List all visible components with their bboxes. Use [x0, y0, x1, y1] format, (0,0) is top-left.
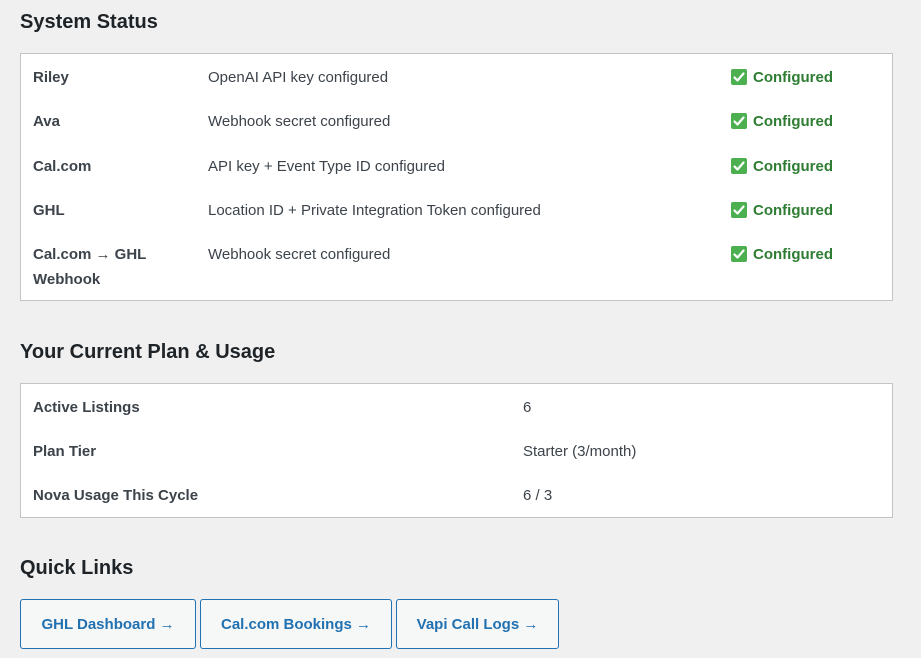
- system-status-title: System Status: [20, 11, 158, 33]
- check-box-icon: [731, 112, 747, 129]
- status-text: Configured: [753, 69, 833, 86]
- status-row-description: Webhook secret configured: [208, 113, 391, 130]
- status-text: Configured: [753, 202, 833, 219]
- status-badge: Configured: [731, 154, 833, 179]
- plan-row-label: Nova Usage This Cycle: [33, 487, 199, 504]
- ghl-dashboard-button[interactable]: GHL Dashboard →: [20, 599, 196, 649]
- status-row-description: OpenAI API key configured: [208, 69, 389, 86]
- plan-row-label: Active Listings: [33, 399, 140, 416]
- status-badge: Configured: [731, 242, 833, 267]
- calcom-bookings-button[interactable]: Cal.com Bookings →: [200, 599, 392, 649]
- quick-links-title: Quick Links: [20, 557, 134, 579]
- check-box-icon: [731, 157, 747, 174]
- status-row-description: Location ID + Private Integration Token …: [208, 202, 541, 219]
- system-status-card: Riley OpenAI API key configured Configur…: [20, 53, 893, 301]
- vapi-call-logs-button[interactable]: Vapi Call Logs →: [396, 599, 559, 649]
- plan-row-value: 6: [523, 399, 532, 416]
- status-badge: Configured: [731, 198, 833, 223]
- status-badge: Configured: [731, 109, 833, 134]
- plan-usage-title: Your Current Plan & Usage: [20, 341, 276, 363]
- status-badge: Configured: [731, 65, 833, 90]
- check-box-icon: [731, 68, 747, 85]
- status-row-description: API key + Event Type ID configured: [208, 158, 445, 175]
- check-box-icon: [731, 245, 747, 262]
- status-row-name: Cal.com → GHL Webhook: [33, 246, 147, 288]
- status-row-name: GHL: [33, 202, 65, 219]
- status-row-description: Webhook secret configured: [208, 246, 391, 263]
- status-text: Configured: [753, 246, 833, 263]
- status-row-name: Riley: [33, 69, 69, 86]
- status-row-name: Ava: [33, 113, 60, 130]
- settings-page: System Status Riley OpenAI API key confi…: [0, 0, 921, 658]
- check-box-icon: [731, 201, 747, 218]
- plan-usage-card: Active Listings 6 Plan Tier Starter (3/m…: [20, 383, 893, 518]
- status-text: Configured: [753, 158, 833, 175]
- status-row-name: Cal.com: [33, 158, 92, 175]
- plan-row-value: Starter (3/month): [523, 443, 637, 460]
- plan-row-value: 6 / 3: [523, 487, 553, 504]
- plan-row-label: Plan Tier: [33, 443, 97, 460]
- status-text: Configured: [753, 113, 833, 130]
